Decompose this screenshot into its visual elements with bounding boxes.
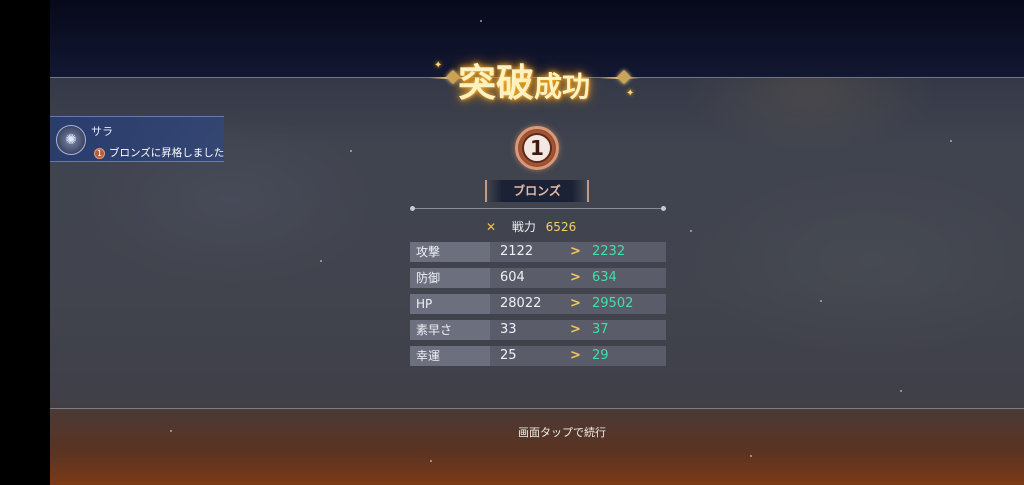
notification-message: ブロンズに昇格しました [109, 147, 225, 159]
breakthrough-title: ✦ ✦ 突破成功 [430, 50, 640, 105]
stat-label: 素早さ [410, 320, 490, 340]
stat-new-value: 29 [592, 348, 609, 363]
rank-number: 1 [522, 133, 552, 163]
divider [410, 206, 666, 211]
arrow-right-icon: > [570, 322, 581, 337]
sparkle-icon: ✦ [434, 60, 443, 71]
stat-new-value: 2232 [592, 244, 626, 259]
rank-name: ブロンズ [485, 180, 589, 202]
sparkle-icon: ✦ [626, 88, 635, 99]
letterbox-bar [0, 0, 50, 485]
rank-badge-icon: 1 [94, 148, 105, 159]
stat-row: 攻撃 2122 > 2232 [410, 242, 666, 262]
stat-row: 素早さ 33 > 37 [410, 320, 666, 340]
stat-label: 幸運 [410, 346, 490, 366]
stat-label: HP [410, 294, 490, 314]
stats-table: 攻撃 2122 > 2232 防御 604 > 634 HP 28022 > 2… [410, 242, 666, 372]
stat-new-value: 37 [592, 322, 609, 337]
combat-power: ✕ 戦力 6526 [486, 218, 576, 236]
arrow-right-icon: > [570, 244, 581, 259]
character-avatar-icon: ✺ [56, 125, 86, 155]
stat-row: 防御 604 > 634 [410, 268, 666, 288]
stat-label: 攻撃 [410, 242, 490, 262]
character-name: サラ [91, 125, 113, 138]
stat-old-value: 33 [500, 322, 517, 337]
rank-up-notification: ✺ サラ 1 ブロンズに昇格しました [50, 116, 224, 162]
power-value: 6526 [545, 220, 577, 234]
title-text: 突破成功 [458, 60, 591, 105]
rank-medal-icon: 1 [515, 126, 559, 170]
stat-old-value: 25 [500, 348, 517, 363]
stat-old-value: 28022 [500, 296, 542, 311]
arrow-right-icon: > [570, 348, 581, 363]
stat-old-value: 604 [500, 270, 525, 285]
stat-new-value: 634 [592, 270, 617, 285]
crossed-swords-icon: ✕ [486, 220, 497, 234]
stat-row: HP 28022 > 29502 [410, 294, 666, 314]
arrow-right-icon: > [570, 270, 581, 285]
bottom-glow [50, 409, 1024, 485]
stat-old-value: 2122 [500, 244, 534, 259]
arrow-right-icon: > [570, 296, 581, 311]
stat-row: 幸運 25 > 29 [410, 346, 666, 366]
tap-to-continue[interactable]: 画面タップで続行 [0, 424, 1024, 440]
stat-new-value: 29502 [592, 296, 634, 311]
stat-label: 防御 [410, 268, 490, 288]
power-label: 戦力 [511, 220, 536, 234]
